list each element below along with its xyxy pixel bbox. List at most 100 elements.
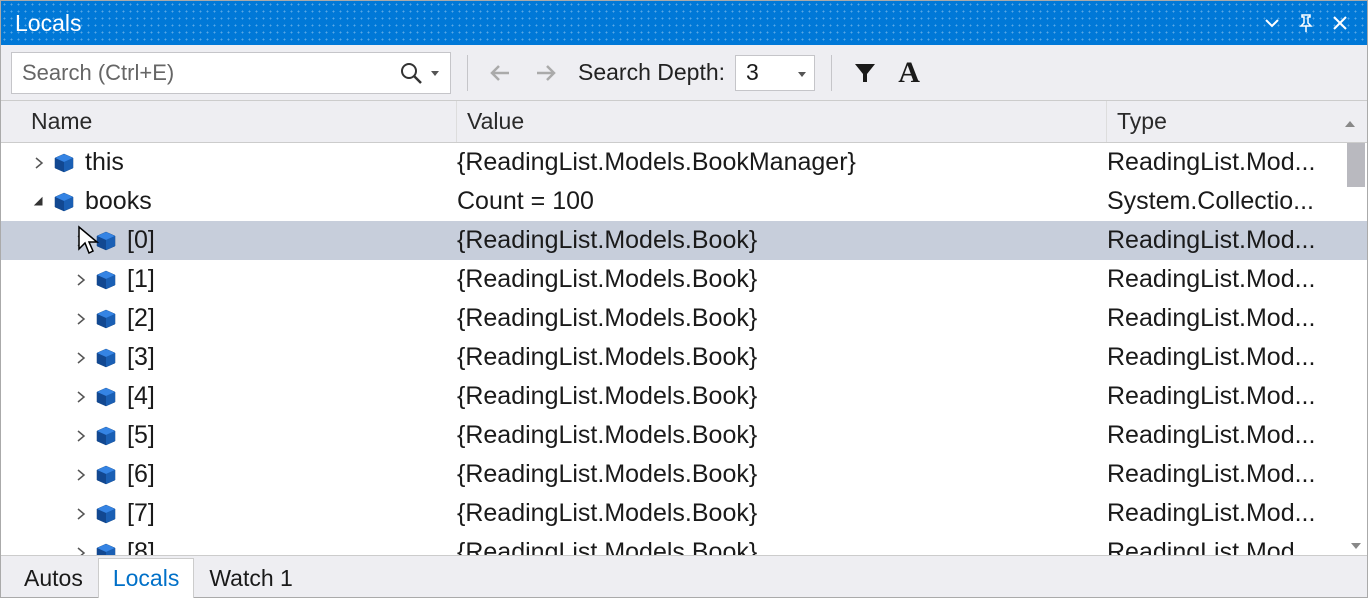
row-name: [4]	[127, 382, 155, 411]
row-name: [0]	[127, 226, 155, 255]
cell-value[interactable]: {ReadingList.Models.Book}	[457, 533, 1107, 555]
window-menu-button[interactable]	[1255, 6, 1289, 40]
cell-name[interactable]: [6]	[1, 455, 457, 494]
cell-type[interactable]: ReadingList.Mod...	[1107, 260, 1337, 299]
row-value: Count = 100	[457, 187, 594, 216]
arrow-right-icon	[531, 59, 559, 87]
tab-locals[interactable]: Locals	[98, 558, 194, 598]
search-dropdown[interactable]	[426, 67, 444, 79]
cell-value[interactable]: Count = 100	[457, 182, 1107, 221]
cell-name[interactable]: books	[1, 182, 457, 221]
vertical-scrollbar[interactable]	[1347, 143, 1365, 555]
cell-name[interactable]: [2]	[1, 299, 457, 338]
object-icon	[95, 542, 117, 556]
titlebar: Locals	[1, 1, 1367, 45]
column-name-header[interactable]: Name	[1, 101, 457, 142]
cell-name[interactable]: [7]	[1, 494, 457, 533]
tab-watch-1[interactable]: Watch 1	[194, 558, 308, 598]
cell-type[interactable]: ReadingList.Mod...	[1107, 377, 1337, 416]
arrow-left-icon	[487, 59, 515, 87]
search-depth-select[interactable]: 3	[735, 55, 815, 91]
search-icon[interactable]	[398, 60, 424, 86]
table-row[interactable]: [6]{ReadingList.Models.Book} ReadingList.…	[1, 455, 1367, 494]
row-value: {ReadingList.Models.Book}	[457, 460, 757, 489]
row-type: ReadingList.Mod...	[1107, 304, 1315, 333]
cell-type[interactable]: ReadingList.Mod...	[1107, 143, 1337, 182]
table-row[interactable]: [5]{ReadingList.Models.Book}ReadingList.…	[1, 416, 1367, 455]
expander-toggle[interactable]	[31, 155, 47, 171]
cell-type[interactable]: ReadingList.Mod...	[1107, 221, 1337, 260]
expander-toggle[interactable]	[73, 545, 89, 556]
cell-name[interactable]: [8]	[1, 533, 457, 555]
object-icon	[95, 386, 117, 408]
table-row[interactable]: [7]{ReadingList.Models.Book}ReadingList.…	[1, 494, 1367, 533]
expander-toggle[interactable]	[73, 467, 89, 483]
object-icon	[95, 230, 117, 252]
cell-value[interactable]: {ReadingList.Models.Book}	[457, 455, 1107, 494]
row-value: {ReadingList.Models.Book}	[457, 343, 757, 372]
cell-value[interactable]: {ReadingList.Models.BookManager}	[457, 143, 1107, 182]
expander-toggle[interactable]	[73, 389, 89, 405]
text-display-button[interactable]: A	[892, 56, 926, 90]
chevron-down-icon	[1349, 539, 1363, 553]
tab-autos[interactable]: Autos	[9, 558, 98, 598]
expander-toggle[interactable]	[73, 350, 89, 366]
search-input[interactable]	[22, 60, 398, 86]
row-type: ReadingList.Mod...	[1107, 343, 1315, 372]
cell-type[interactable]: ReadingList.Mod...	[1107, 494, 1337, 533]
scroll-down-button[interactable]	[1347, 537, 1365, 555]
table-row[interactable]: [1]{ReadingList.Models.Book}ReadingList.…	[1, 260, 1367, 299]
table-row[interactable]: [4] {ReadingList.Models.Book}ReadingList.…	[1, 377, 1367, 416]
row-name: [3]	[127, 343, 155, 372]
expander-toggle[interactable]	[73, 311, 89, 327]
cell-value[interactable]: {ReadingList.Models.Book}	[457, 221, 1107, 260]
row-value: {ReadingList.Models.Book}	[457, 538, 757, 555]
scroll-up-button[interactable]	[1337, 113, 1363, 131]
expander-toggle[interactable]	[73, 272, 89, 288]
cell-name[interactable]: this	[1, 143, 457, 182]
column-value-header[interactable]: Value	[457, 101, 1107, 142]
search-box[interactable]	[11, 52, 451, 94]
cell-name[interactable]: [5]	[1, 416, 457, 455]
pin-button[interactable]	[1289, 6, 1323, 40]
column-type-header[interactable]: Type	[1107, 101, 1337, 142]
cell-name[interactable]: [3]	[1, 338, 457, 377]
table-row[interactable]: [0] {ReadingList.Models.Book}ReadingList.…	[1, 221, 1367, 260]
cell-type[interactable]: ReadingList.Mod...	[1107, 533, 1337, 555]
cell-value[interactable]: {ReadingList.Models.Book}	[457, 377, 1107, 416]
row-type: ReadingList.Mod...	[1107, 382, 1315, 411]
pin-icon	[1296, 13, 1316, 33]
row-type: ReadingList.Mod...	[1107, 460, 1315, 489]
cell-name[interactable]: [1]	[1, 260, 457, 299]
close-button[interactable]	[1323, 6, 1357, 40]
cell-type[interactable]: System.Collectio...	[1107, 182, 1337, 221]
row-name: [2]	[127, 304, 155, 333]
expander-toggle[interactable]	[73, 428, 89, 444]
cell-type[interactable]: ReadingList.Mod...	[1107, 338, 1337, 377]
cell-value[interactable]: {ReadingList.Models.Book}	[457, 338, 1107, 377]
expander-toggle[interactable]	[73, 233, 89, 249]
table-row[interactable]: [3] {ReadingList.Models.Book} ReadingList.…	[1, 338, 1367, 377]
cell-value[interactable]: {ReadingList.Models.Book}	[457, 494, 1107, 533]
cell-name[interactable]: [0]	[1, 221, 457, 260]
cell-type[interactable]: ReadingList.Mod...	[1107, 299, 1337, 338]
search-prev-button[interactable]	[484, 56, 518, 90]
table-row[interactable]: booksCount = 100 System.Collectio...	[1, 182, 1367, 221]
search-depth-label: Search Depth:	[578, 59, 725, 86]
table-row[interactable]: [8]{ReadingList.Models.Book} ReadingList.…	[1, 533, 1367, 555]
expander-toggle[interactable]	[31, 194, 47, 210]
toolbar: Search Depth: 3 A	[1, 45, 1367, 101]
cell-type[interactable]: ReadingList.Mod...	[1107, 455, 1337, 494]
filter-button[interactable]	[848, 56, 882, 90]
cell-name[interactable]: [4]	[1, 377, 457, 416]
expander-toggle[interactable]	[73, 506, 89, 522]
table-row[interactable]: [2] {ReadingList.Models.Book}ReadingList.…	[1, 299, 1367, 338]
table-row[interactable]: this{ReadingList.Models.BookManager}Read…	[1, 143, 1367, 182]
search-depth-value: 3	[746, 59, 759, 86]
cell-value[interactable]: {ReadingList.Models.Book}	[457, 260, 1107, 299]
cell-value[interactable]: {ReadingList.Models.Book}	[457, 299, 1107, 338]
cell-value[interactable]: {ReadingList.Models.Book}	[457, 416, 1107, 455]
scrollbar-thumb[interactable]	[1347, 143, 1365, 187]
cell-type[interactable]: ReadingList.Mod...	[1107, 416, 1337, 455]
search-next-button[interactable]	[528, 56, 562, 90]
